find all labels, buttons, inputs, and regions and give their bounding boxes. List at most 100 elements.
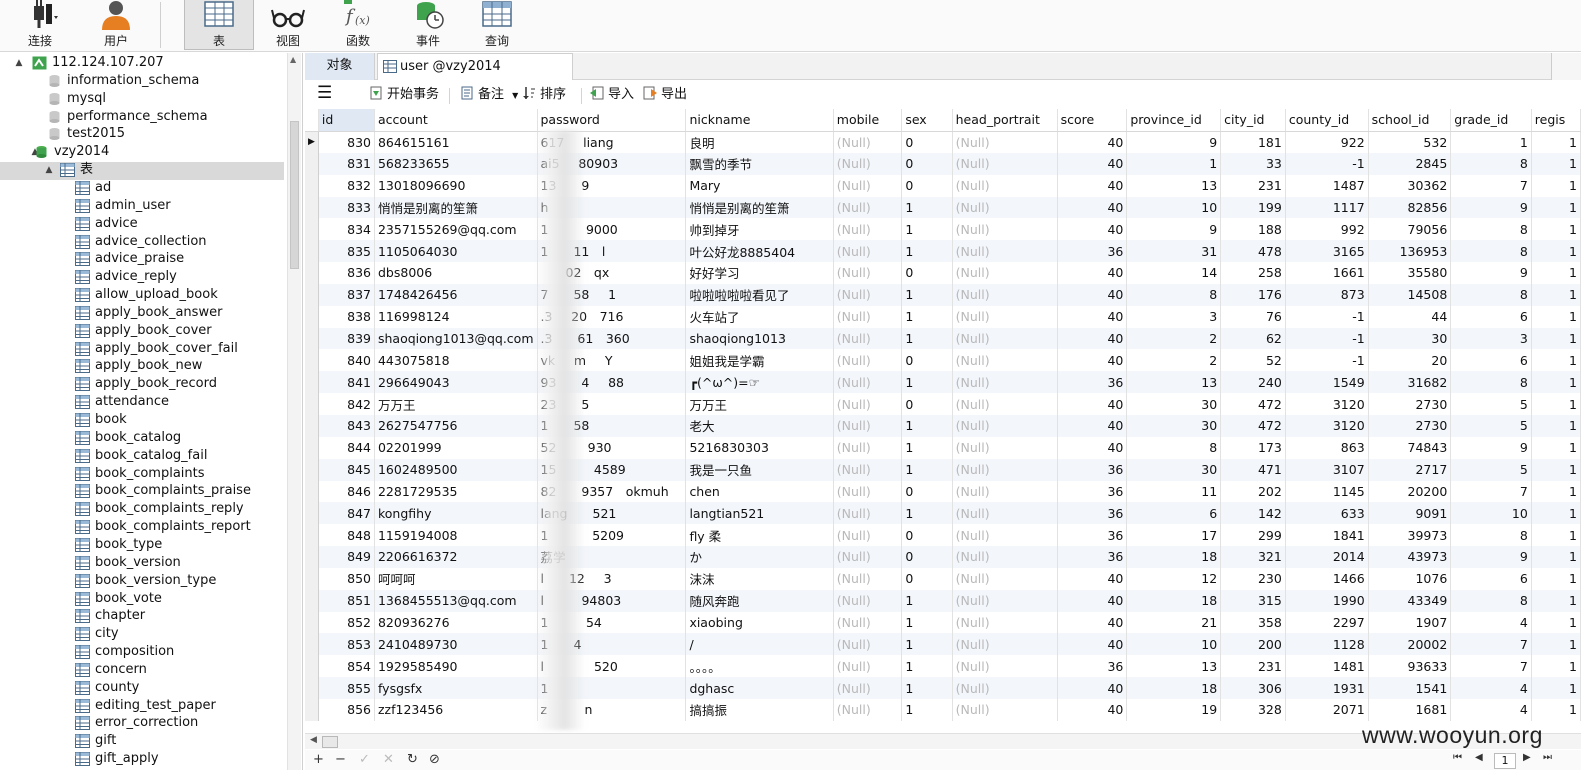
cell-regis[interactable]: 1 — [1531, 546, 1581, 568]
tab-user-table[interactable]: user @vzy2014 (112.124.10... — [377, 53, 573, 100]
cell-province_id[interactable]: 30 — [1126, 414, 1222, 437]
cell-city_id[interactable]: 315 — [1220, 589, 1286, 612]
row-marker[interactable] — [305, 349, 319, 372]
table-row[interactable]: 836 dbs8006 02 qx 好好学习 (Null) 0 (Null) 40 14 258… — [305, 262, 1581, 284]
cell-sex[interactable]: 1 — [901, 371, 953, 394]
cell-city_id[interactable]: 478 — [1220, 240, 1286, 263]
cell-province_id[interactable]: 10 — [1126, 633, 1222, 656]
cell-grade_id[interactable]: 8 — [1450, 152, 1532, 175]
memo-button[interactable]: 备注 ▼ — [460, 85, 518, 105]
cell-score[interactable]: 40 — [1057, 611, 1128, 634]
table-row[interactable]: 835 1105064030 1 11 l 叶公好龙8885404 (Null) 1 (Nu… — [305, 240, 1581, 263]
cell-city_id[interactable]: 358 — [1220, 611, 1286, 634]
cell-province_id[interactable]: 1 — [1126, 152, 1222, 175]
cell-score[interactable]: 40 — [1057, 218, 1128, 241]
cell-id[interactable]: 835 — [318, 240, 375, 263]
tree-database[interactable]: information_schema — [0, 72, 284, 90]
cell-city_id[interactable]: 471 — [1220, 458, 1286, 481]
cell-school_id[interactable]: 2730 — [1368, 393, 1452, 415]
tab-objects[interactable]: 对象 — [305, 53, 375, 80]
cell-account[interactable]: 820936276 — [374, 611, 538, 634]
cell-school_id[interactable]: 43349 — [1368, 589, 1452, 612]
table-row[interactable]: 837 1748426456 7 58 1 啦啦啦啦啦看见了 (Null) 1 (Null)… — [305, 283, 1581, 306]
cell-password[interactable]: 02 qx — [537, 262, 687, 284]
tree-table-item[interactable]: book_version_type — [0, 572, 284, 590]
tree-table-item[interactable]: apply_book_record — [0, 375, 284, 393]
cell-sex[interactable]: 0 — [901, 131, 953, 153]
cell-id[interactable]: 833 — [318, 196, 375, 219]
cell-id[interactable]: 841 — [318, 371, 375, 394]
cell-password[interactable]: 1 58 — [537, 414, 687, 437]
cell-county_id[interactable]: 1128 — [1285, 633, 1369, 656]
cell-id[interactable]: 840 — [318, 349, 375, 372]
table-row[interactable]: 852 820936276 1 54 xiaobing (Null) 1 (Null) 40 2… — [305, 611, 1581, 634]
cell-account[interactable]: 2410489730 — [374, 633, 538, 656]
cell-id[interactable]: 850 — [318, 567, 375, 590]
column-header-sex[interactable]: sex — [901, 109, 953, 132]
cell-regis[interactable]: 1 — [1531, 611, 1581, 634]
cell-nickname[interactable]: 老大 — [685, 414, 834, 437]
cell-regis[interactable]: 1 — [1531, 414, 1581, 437]
cell-province_id[interactable]: 19 — [1126, 698, 1222, 721]
cell-province_id[interactable]: 18 — [1126, 589, 1222, 612]
cell-county_id[interactable]: 1466 — [1285, 567, 1369, 590]
cell-head_portrait[interactable]: (Null) — [952, 262, 1058, 284]
cell-account[interactable]: 1159194008 — [374, 524, 538, 547]
cell-nickname[interactable]: Mary — [685, 174, 834, 197]
menu-icon[interactable]: ☰ — [317, 83, 332, 103]
cell-account[interactable]: 864615161 — [374, 131, 538, 153]
last-page-icon[interactable]: ⏭ — [1543, 752, 1552, 763]
cell-score[interactable]: 40 — [1057, 698, 1128, 721]
tree-table-item[interactable]: book_complaints — [0, 465, 284, 483]
cell-nickname[interactable]: 啦啦啦啦啦看见了 — [685, 283, 834, 306]
tree-table-item[interactable]: book_version — [0, 554, 284, 572]
table-row[interactable]: 851 1368455513@qq.com l 94803 随风奔跑 (Null) 1 (N… — [305, 589, 1581, 612]
cell-nickname[interactable]: ┏(^ω^)=☞ — [685, 371, 834, 394]
row-marker[interactable] — [305, 458, 319, 481]
cell-password[interactable]: 93 4 88 — [537, 371, 687, 394]
column-header-school_id[interactable]: school_id — [1368, 109, 1452, 132]
cell-school_id[interactable]: 39973 — [1368, 524, 1452, 547]
cell-school_id[interactable]: 1681 — [1368, 698, 1452, 721]
tree-database[interactable]: mysql — [0, 90, 284, 108]
cell-score[interactable]: 40 — [1057, 436, 1128, 459]
row-marker[interactable] — [305, 611, 319, 634]
cell-score[interactable]: 40 — [1057, 677, 1128, 699]
row-marker[interactable] — [305, 567, 319, 590]
cell-account[interactable]: 1368455513@qq.com — [374, 589, 538, 612]
column-header-mobile[interactable]: mobile — [833, 109, 903, 132]
cell-score[interactable]: 36 — [1057, 371, 1128, 394]
cell-sex[interactable]: 1 — [901, 655, 953, 678]
cell-nickname[interactable]: 飘雪的季节 — [685, 152, 834, 175]
cell-sex[interactable]: 0 — [901, 174, 953, 197]
tree-table-item[interactable]: city — [0, 625, 284, 643]
cell-city_id[interactable]: 240 — [1220, 371, 1286, 394]
row-marker[interactable] — [305, 218, 319, 241]
cell-province_id[interactable]: 30 — [1126, 458, 1222, 481]
cell-city_id[interactable]: 202 — [1220, 480, 1286, 503]
cell-account[interactable]: 呵呵呵 — [374, 567, 538, 590]
tree-table-item[interactable]: book_complaints_report — [0, 518, 284, 536]
cell-regis[interactable]: 1 — [1531, 131, 1581, 153]
cell-id[interactable]: 852 — [318, 611, 375, 634]
cell-score[interactable]: 40 — [1057, 131, 1128, 153]
delete-record-button[interactable]: − — [335, 752, 346, 767]
cell-mobile[interactable]: (Null) — [833, 567, 903, 590]
cell-nickname[interactable]: 搞搞振 — [685, 698, 834, 721]
cell-province_id[interactable]: 8 — [1126, 283, 1222, 306]
cell-nickname[interactable]: 。。。。 — [685, 655, 834, 678]
cell-county_id[interactable]: 3120 — [1285, 414, 1369, 437]
row-marker[interactable] — [305, 152, 319, 175]
cell-mobile[interactable]: (Null) — [833, 327, 903, 350]
cell-head_portrait[interactable]: (Null) — [952, 698, 1058, 721]
cell-mobile[interactable]: (Null) — [833, 371, 903, 394]
cell-county_id[interactable]: -1 — [1285, 305, 1369, 328]
cell-school_id[interactable]: 79056 — [1368, 218, 1452, 241]
query-button[interactable]: 查询 — [465, 0, 529, 50]
tree-table-item[interactable]: book_complaints_praise — [0, 482, 284, 500]
tree-table-item[interactable]: advice_collection — [0, 233, 284, 251]
table-row[interactable]: 847 kongfihy lang 521 langtian521 (Null) 1 (Nu… — [305, 502, 1581, 525]
cell-school_id[interactable]: 2717 — [1368, 458, 1452, 481]
stop-icon[interactable]: ⊘ — [429, 752, 440, 767]
cell-regis[interactable]: 1 — [1531, 633, 1581, 656]
